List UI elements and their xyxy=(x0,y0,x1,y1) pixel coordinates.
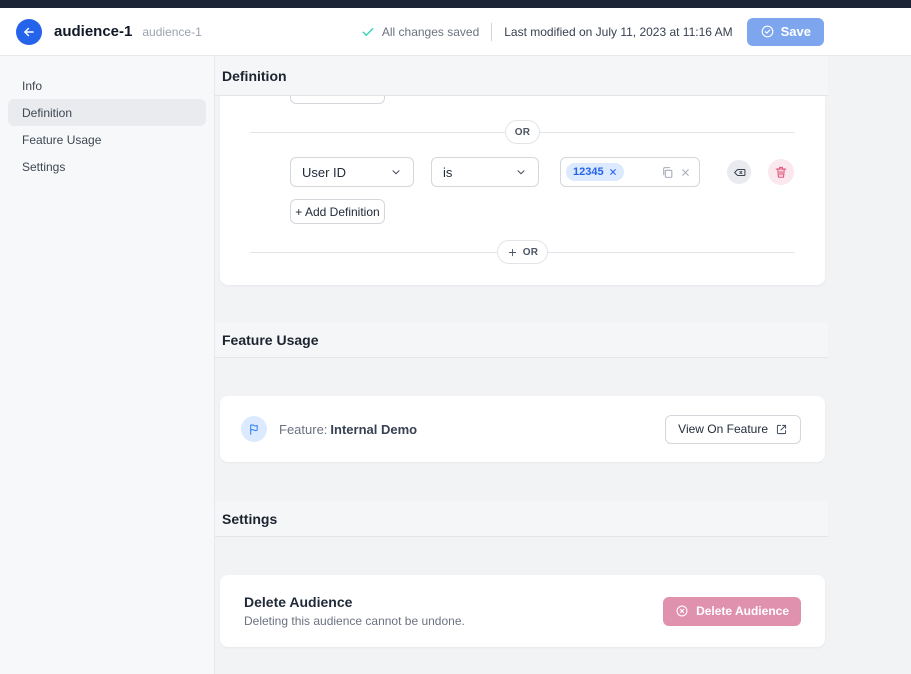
settings-section-title: Settings xyxy=(222,511,277,527)
check-icon xyxy=(361,25,375,39)
view-on-feature-label: View On Feature xyxy=(678,422,768,436)
feature-usage-section-header: Feature Usage xyxy=(215,322,828,358)
delete-audience-description: Deleting this audience cannot be undone. xyxy=(244,614,465,628)
paste-from-clipboard-button[interactable] xyxy=(661,166,674,179)
feature-usage-card: Feature:Internal Demo View On Feature xyxy=(220,396,825,462)
section-gap xyxy=(215,358,828,396)
autosave-status-label: All changes saved xyxy=(382,25,479,39)
add-or-button[interactable]: OR xyxy=(497,240,549,264)
definition-section-title: Definition xyxy=(222,68,287,84)
tag-chip: 12345 xyxy=(566,163,624,181)
flag-icon-circle xyxy=(241,416,267,442)
view-on-feature-button[interactable]: View On Feature xyxy=(665,415,801,444)
top-accent-bar xyxy=(0,0,911,8)
section-gap xyxy=(215,462,828,501)
remove-tag-icon[interactable] xyxy=(609,168,617,176)
tag-chip-label: 12345 xyxy=(573,166,604,178)
external-link-icon xyxy=(775,423,788,436)
or-divider: OR xyxy=(250,120,795,144)
section-gap xyxy=(215,537,828,575)
app-header: audience-1 audience-1 All changes saved … xyxy=(0,8,911,56)
definition-row: User ID is 12345 xyxy=(290,157,825,187)
page-layout: Info Definition Feature Usage Settings D… xyxy=(0,56,911,674)
header-left: audience-1 audience-1 xyxy=(16,19,202,45)
content-column: Definition OR User ID xyxy=(215,56,828,647)
close-icon xyxy=(680,167,691,178)
autosave-status: All changes saved xyxy=(361,25,479,39)
plus-icon xyxy=(507,247,518,258)
or-pill: OR xyxy=(505,120,541,144)
operator-select[interactable]: is xyxy=(431,157,539,187)
definition-card: OR User ID is xyxy=(220,96,825,285)
last-modified-label: Last modified on July 11, 2023 at 11:16 … xyxy=(504,25,732,39)
sidebar: Info Definition Feature Usage Settings xyxy=(0,56,215,674)
settings-section-header: Settings xyxy=(215,501,828,537)
chevron-down-icon xyxy=(515,166,527,178)
add-or-divider: OR xyxy=(250,240,795,264)
operator-select-value: is xyxy=(443,165,452,180)
section-gap xyxy=(215,285,828,322)
trash-icon xyxy=(774,165,788,179)
definition-section-header: Definition xyxy=(215,56,828,96)
sidebar-item-feature-usage[interactable]: Feature Usage xyxy=(8,126,206,153)
feature-usage-section-title: Feature Usage xyxy=(222,332,318,348)
save-button-label: Save xyxy=(781,24,811,39)
delete-audience-card: Delete Audience Deleting this audience c… xyxy=(220,575,825,647)
or-label: OR xyxy=(515,127,531,138)
delete-audience-button[interactable]: Delete Audience xyxy=(663,597,801,626)
page-title: audience-1 xyxy=(54,23,132,40)
header-right: All changes saved Last modified on July … xyxy=(361,18,824,46)
header-divider xyxy=(491,23,492,41)
value-tag-input[interactable]: 12345 xyxy=(560,157,700,187)
delete-row-button[interactable] xyxy=(768,159,794,185)
feature-prefix: Feature: xyxy=(279,422,327,437)
partial-add-definition-button[interactable] xyxy=(290,96,385,104)
flag-icon xyxy=(248,423,261,436)
field-select-value: User ID xyxy=(302,165,346,180)
main-area: Definition OR User ID xyxy=(215,56,911,674)
backspace-icon xyxy=(733,166,746,179)
delete-audience-button-label: Delete Audience xyxy=(696,604,789,618)
delete-audience-text: Delete Audience Deleting this audience c… xyxy=(244,594,465,628)
clear-tags-button[interactable] xyxy=(680,167,691,178)
back-button[interactable] xyxy=(16,19,42,45)
sidebar-item-info[interactable]: Info xyxy=(8,72,206,99)
add-definition-button[interactable]: + Add Definition xyxy=(290,199,385,224)
save-button[interactable]: Save xyxy=(747,18,824,46)
add-or-label: OR xyxy=(523,247,539,258)
clipboard-icon xyxy=(661,166,674,179)
arrow-left-icon xyxy=(22,25,36,39)
circled-check-icon xyxy=(760,24,775,39)
circled-x-icon xyxy=(675,604,689,618)
delete-audience-title: Delete Audience xyxy=(244,594,465,610)
sidebar-item-definition[interactable]: Definition xyxy=(8,99,206,126)
feature-label: Feature:Internal Demo xyxy=(279,422,417,437)
field-select[interactable]: User ID xyxy=(290,157,414,187)
page-subtitle: audience-1 xyxy=(142,25,201,39)
clear-row-button[interactable] xyxy=(727,160,751,184)
chevron-down-icon xyxy=(390,166,402,178)
feature-name: Internal Demo xyxy=(330,422,417,437)
sidebar-item-settings[interactable]: Settings xyxy=(8,153,206,180)
